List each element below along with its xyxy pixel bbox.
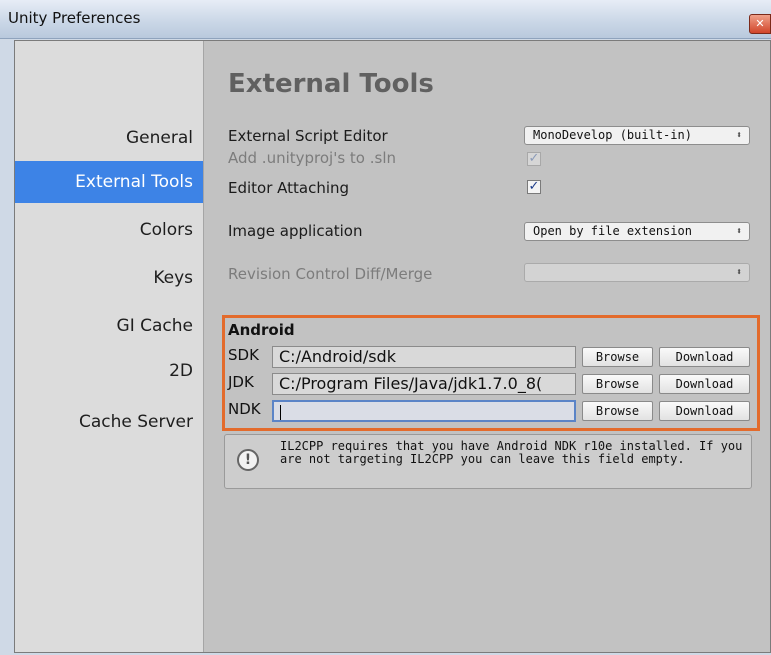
sidebar-item-colors[interactable]: Colors	[140, 209, 193, 251]
sdk-label: SDK	[228, 346, 259, 364]
android-section-title: Android	[228, 321, 295, 339]
title-bar[interactable]: Unity Preferences ✕	[0, 0, 771, 39]
page-title: External Tools	[228, 69, 434, 99]
dropdown-arrow-icon: ⬍	[735, 130, 742, 141]
window-title: Unity Preferences	[8, 9, 141, 27]
editor-attaching-label: Editor Attaching	[228, 179, 350, 197]
jdk-download-button[interactable]: Download	[659, 374, 750, 394]
sidebar-item-gi-cache[interactable]: GI Cache	[117, 305, 193, 347]
preferences-window: Unity Preferences ✕ General External Too…	[0, 0, 771, 655]
ndk-path-input[interactable]	[272, 400, 576, 422]
checkmark-icon: ✓	[528, 151, 540, 166]
sdk-browse-button[interactable]: Browse	[582, 347, 653, 367]
external-script-editor-value: MonoDevelop (built-in)	[533, 128, 692, 142]
jdk-label: JDK	[228, 373, 254, 391]
external-script-editor-dropdown[interactable]: MonoDevelop (built-in) ⬍	[524, 126, 750, 145]
il2cpp-help-text: IL2CPP requires that you have Android ND…	[280, 439, 743, 466]
close-icon[interactable]: ✕	[749, 14, 771, 34]
sidebar-item-cache-server[interactable]: Cache Server	[79, 401, 193, 443]
image-application-dropdown[interactable]: Open by file extension ⬍	[524, 222, 750, 241]
jdk-path-input[interactable]: C:/Program Files/Java/jdk1.7.0_8(	[272, 373, 576, 395]
dropdown-arrow-icon: ⬍	[735, 267, 742, 278]
image-application-label: Image application	[228, 222, 363, 240]
sidebar: General External Tools Colors Keys GI Ca…	[15, 41, 204, 652]
sdk-path-input[interactable]: C:/Android/sdk	[272, 346, 576, 368]
ndk-browse-button[interactable]: Browse	[582, 401, 653, 421]
sdk-download-button[interactable]: Download	[659, 347, 750, 367]
main-panel: External Tools External Script Editor Mo…	[204, 41, 770, 652]
sidebar-item-2d[interactable]: 2D	[169, 350, 193, 392]
sidebar-item-keys[interactable]: Keys	[153, 257, 193, 299]
external-script-editor-label: External Script Editor	[228, 127, 388, 145]
text-cursor	[280, 405, 281, 420]
preferences-content: General External Tools Colors Keys GI Ca…	[14, 40, 771, 653]
image-application-value: Open by file extension	[533, 224, 692, 238]
revision-control-dropdown: ⬍	[524, 263, 750, 282]
revision-control-label: Revision Control Diff/Merge	[228, 265, 433, 283]
add-unityproj-label: Add .unityproj's to .sln	[228, 149, 397, 167]
dropdown-arrow-icon: ⬍	[735, 226, 742, 237]
jdk-browse-button[interactable]: Browse	[582, 374, 653, 394]
sidebar-item-general[interactable]: General	[126, 117, 193, 159]
checkmark-icon: ✓	[528, 179, 540, 194]
ndk-download-button[interactable]: Download	[659, 401, 750, 421]
editor-attaching-checkbox[interactable]: ✓	[527, 180, 541, 194]
il2cpp-help-box: ! IL2CPP requires that you have Android …	[224, 434, 752, 489]
ndk-label: NDK	[228, 400, 261, 418]
add-unityproj-checkbox: ✓	[527, 152, 541, 166]
info-icon: !	[237, 449, 259, 471]
sidebar-item-external-tools[interactable]: External Tools	[15, 161, 203, 203]
